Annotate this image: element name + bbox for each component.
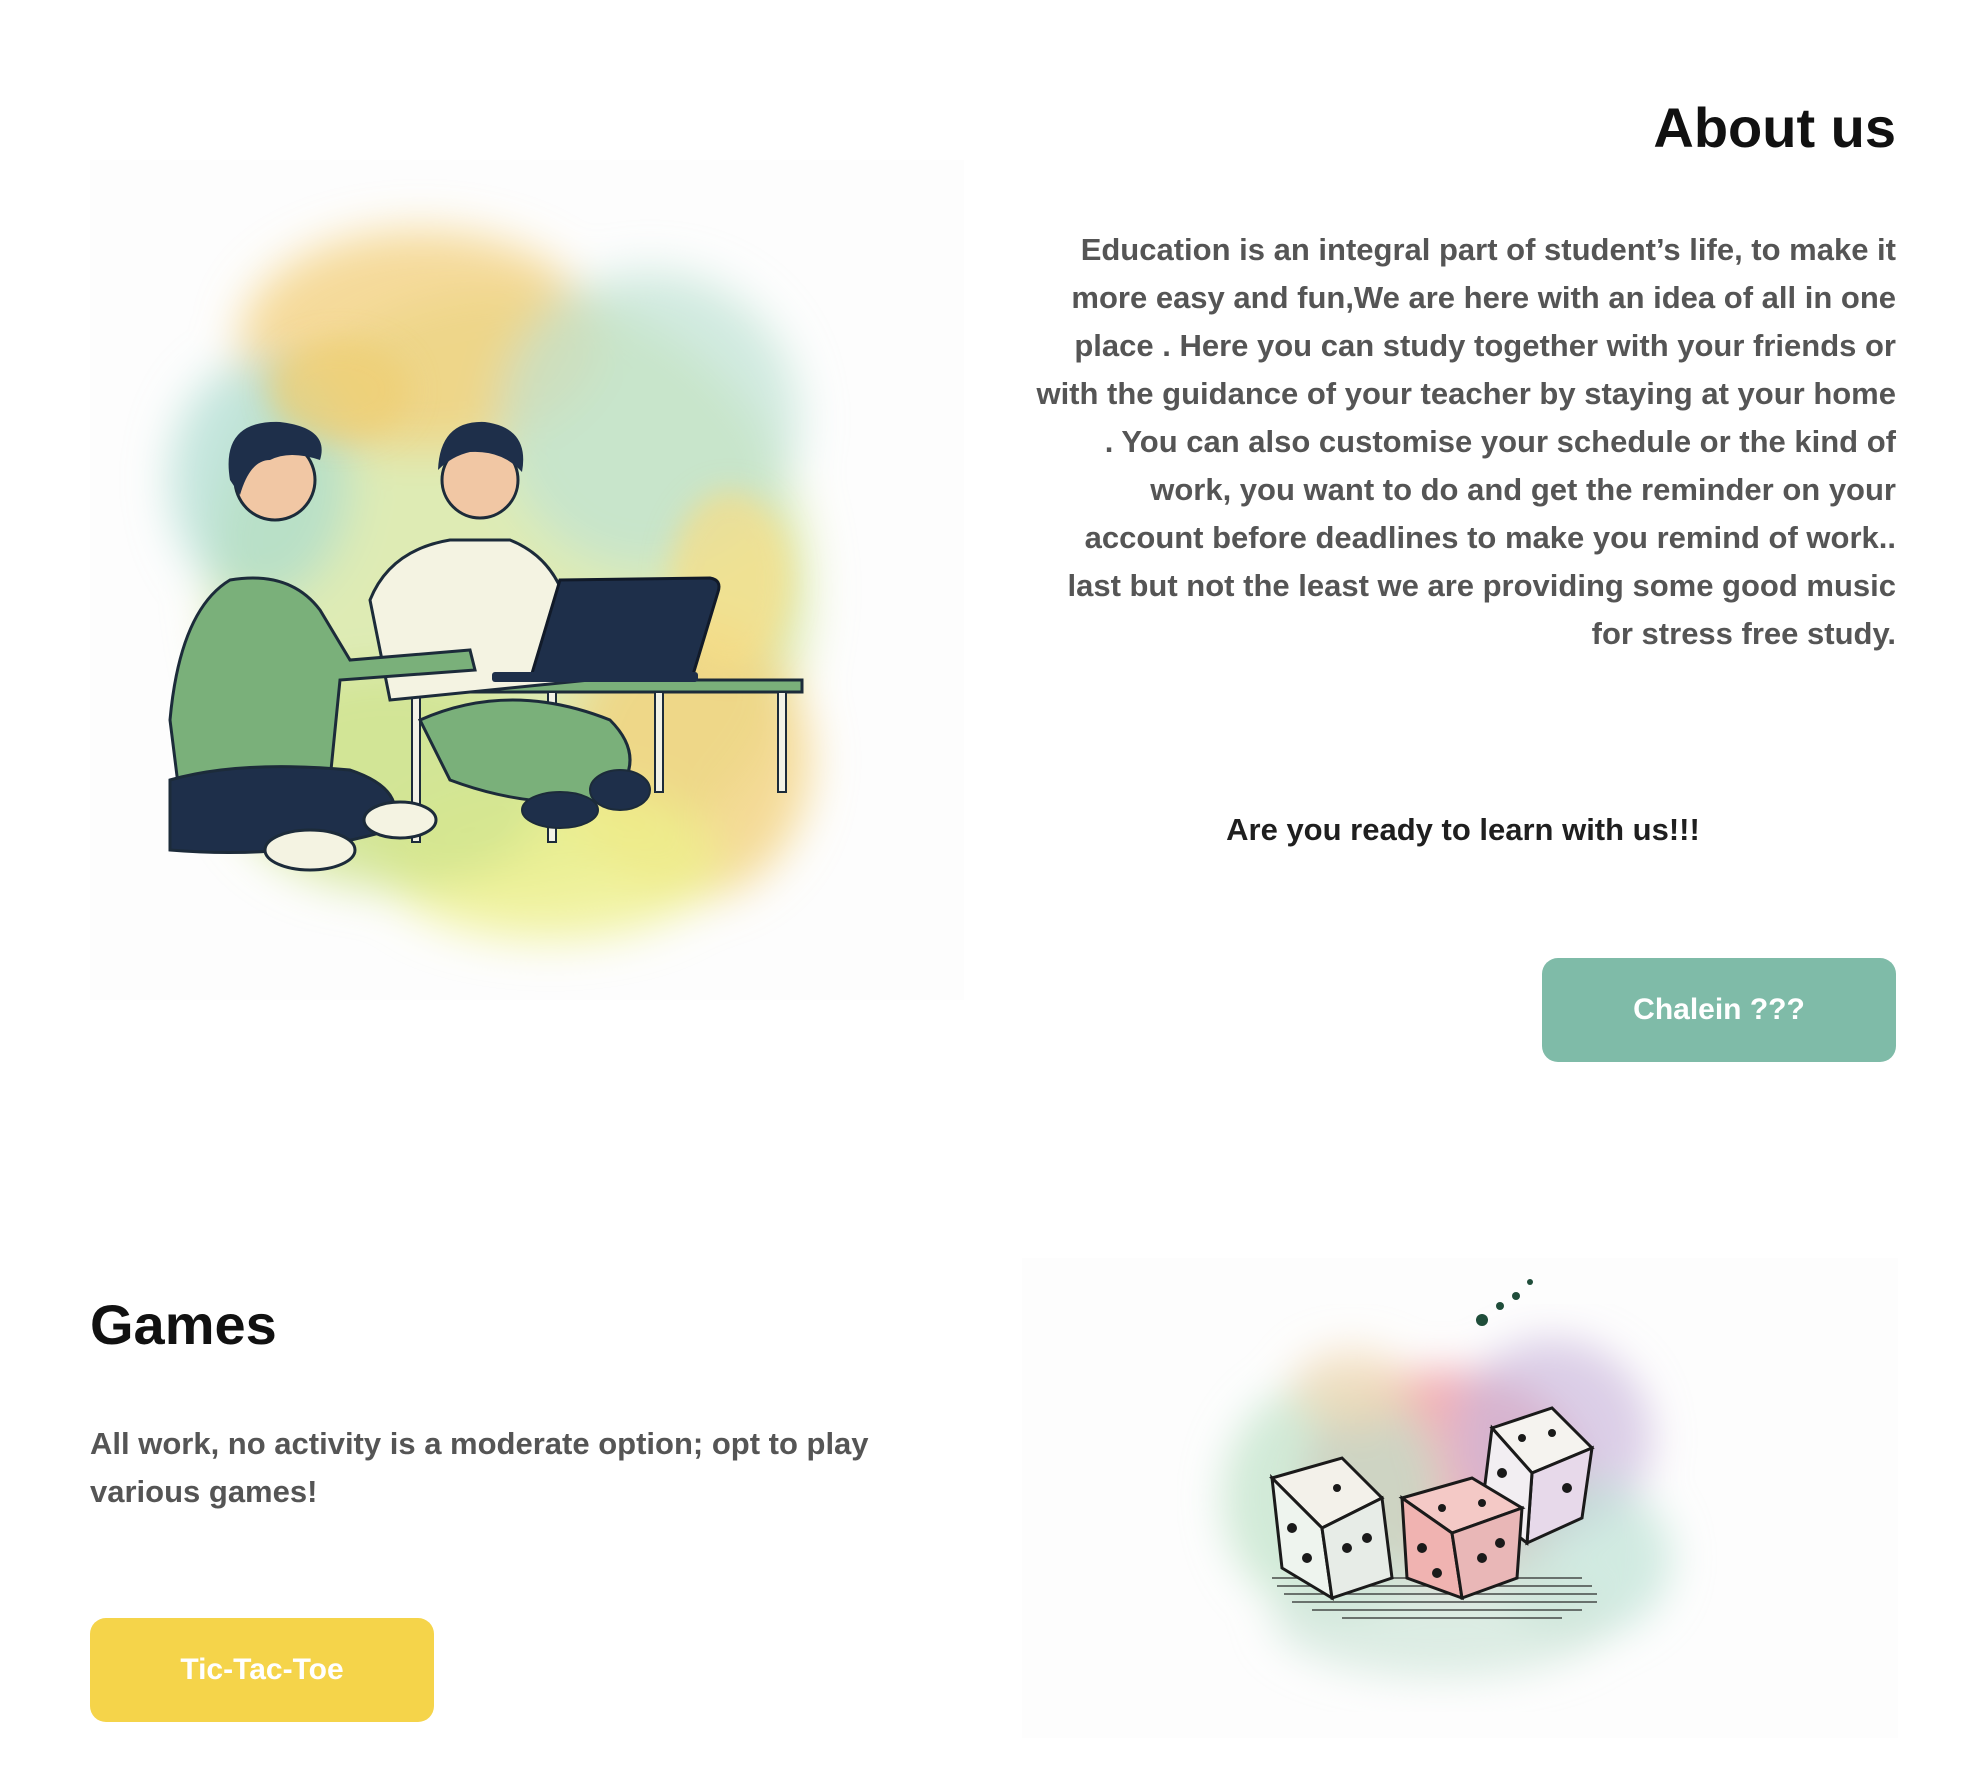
about-cta-text: Are you ready to learn with us!!! <box>1226 812 1700 847</box>
dice-illustration <box>1022 1258 1898 1738</box>
tic-tac-toe-button[interactable]: Tic-Tac-Toe <box>90 1618 434 1722</box>
chalein-button[interactable]: Chalein ??? <box>1542 958 1896 1062</box>
games-paragraph: All work, no activity is a moderate opti… <box>90 1426 869 1509</box>
about-paragraph: Education is an integral part of student… <box>1036 232 1896 651</box>
games-title: Games <box>90 1293 277 1356</box>
students-laptop-illustration <box>90 160 964 1000</box>
about-title: About us <box>1653 96 1896 159</box>
